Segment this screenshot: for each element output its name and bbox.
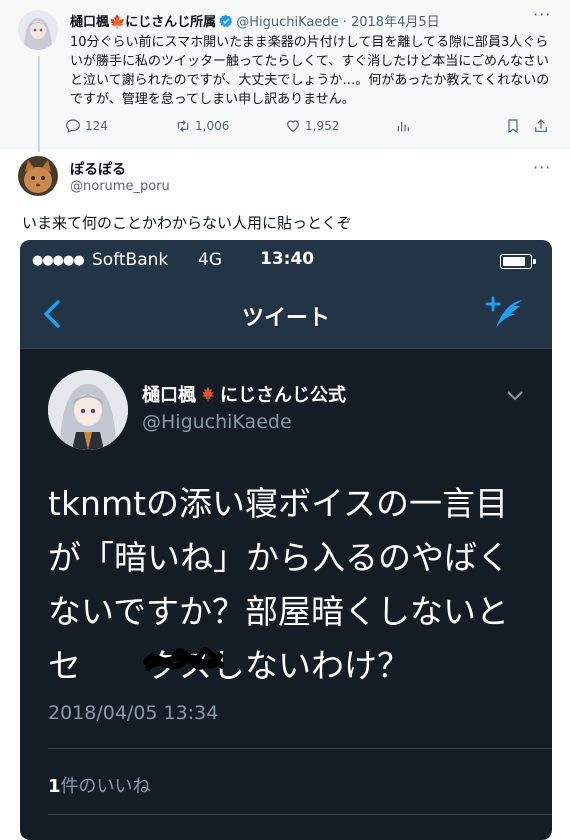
share-button[interactable]: [533, 118, 549, 134]
views-button[interactable]: [395, 118, 411, 134]
inner-avatar: [48, 370, 128, 450]
reply-button[interactable]: 124: [65, 118, 108, 134]
more-options-icon[interactable]: ···: [533, 5, 551, 24]
parent-author-handle[interactable]: @HiguchiKaede: [236, 15, 338, 30]
inner-display-name: 樋口楓 にじさんじ公式: [142, 381, 346, 407]
parent-tweet-text: 10分ぐらい前にスマホ開いたまま楽器の片付けして目を離してる隙に部員3人ぐらいが…: [70, 35, 550, 107]
maple-leaf-icon: [202, 386, 214, 402]
reply-author-name[interactable]: ぽるぽる: [70, 159, 126, 179]
inner-tweet-text: tknmtの添い寝ボイスの一言目が「暗いね」から入るのやばくないですか？部屋暗く…: [48, 484, 510, 685]
reply-more-options-icon[interactable]: ···: [533, 158, 551, 177]
tweet-nav-bar: ツイート: [20, 280, 552, 349]
compose-tweet-icon: [485, 296, 522, 328]
parent-tweet: 樋口楓🍁にじさんじ所属 @HiguchiKaede · 2018年4月5日 ···…: [0, 0, 570, 152]
network-type: 4G: [198, 250, 222, 270]
parent-author-name[interactable]: 樋口楓🍁にじさんじ所属: [70, 15, 216, 30]
divider: [48, 814, 552, 815]
bookmark-icon: [508, 119, 518, 134]
inner-likes: 1件のいいね: [48, 772, 151, 798]
likes-label: 件のいいね: [60, 776, 151, 797]
dropdown-chevron-icon: [507, 391, 523, 401]
ios-status-bar: ●●●●● SoftBank 4G 13:40: [20, 240, 552, 280]
divider: [48, 748, 552, 749]
reply-text: いま来て何のことかわからない人用に貼っとくぞ: [22, 214, 352, 232]
parent-tweet-actions: 124 1,006 1,952: [65, 118, 555, 138]
retweet-count: 1,006: [195, 119, 230, 133]
embedded-screenshot[interactable]: ●●●●● SoftBank 4G 13:40 ツイート 樋口楓 にじさんじ公式 …: [20, 240, 552, 840]
heart-icon: [287, 120, 299, 133]
censor-scribble: [143, 647, 224, 671]
reply-icon: [66, 119, 80, 134]
views-chart-icon: [397, 122, 409, 132]
retweet-button[interactable]: 1,006: [175, 118, 229, 134]
inner-name-part2: にじさんじ公式: [220, 385, 346, 406]
retweet-icon: [177, 120, 189, 132]
meta-separator: ·: [338, 15, 351, 30]
verified-badge-icon: [219, 14, 233, 28]
bookmark-button[interactable]: [505, 118, 521, 134]
parent-tweet-date[interactable]: 2018年4月5日: [351, 15, 440, 30]
status-time: 13:40: [260, 249, 315, 269]
reply-count: 124: [85, 119, 108, 133]
like-count: 1,952: [305, 119, 340, 133]
reply-avatar[interactable]: [18, 156, 58, 196]
reply-author-handle[interactable]: @norume_poru: [70, 179, 170, 194]
signal-dots: ●●●●●: [32, 253, 85, 268]
likes-count: 1: [48, 776, 61, 797]
inner-name-part1: 樋口楓: [142, 385, 196, 406]
inner-tweet-date: 2018/04/05 13:34: [48, 702, 219, 724]
carrier-name: SoftBank: [92, 250, 169, 270]
share-icon: [535, 119, 547, 132]
thread-line: [38, 56, 40, 152]
inner-handle: @HiguchiKaede: [142, 411, 292, 433]
parent-avatar[interactable]: [18, 10, 58, 50]
battery-icon: [500, 254, 536, 269]
nav-title: ツイート: [241, 306, 330, 331]
parent-tweet-header: 樋口楓🍁にじさんじ所属 @HiguchiKaede · 2018年4月5日: [70, 11, 440, 30]
like-button[interactable]: 1,952: [285, 118, 339, 134]
